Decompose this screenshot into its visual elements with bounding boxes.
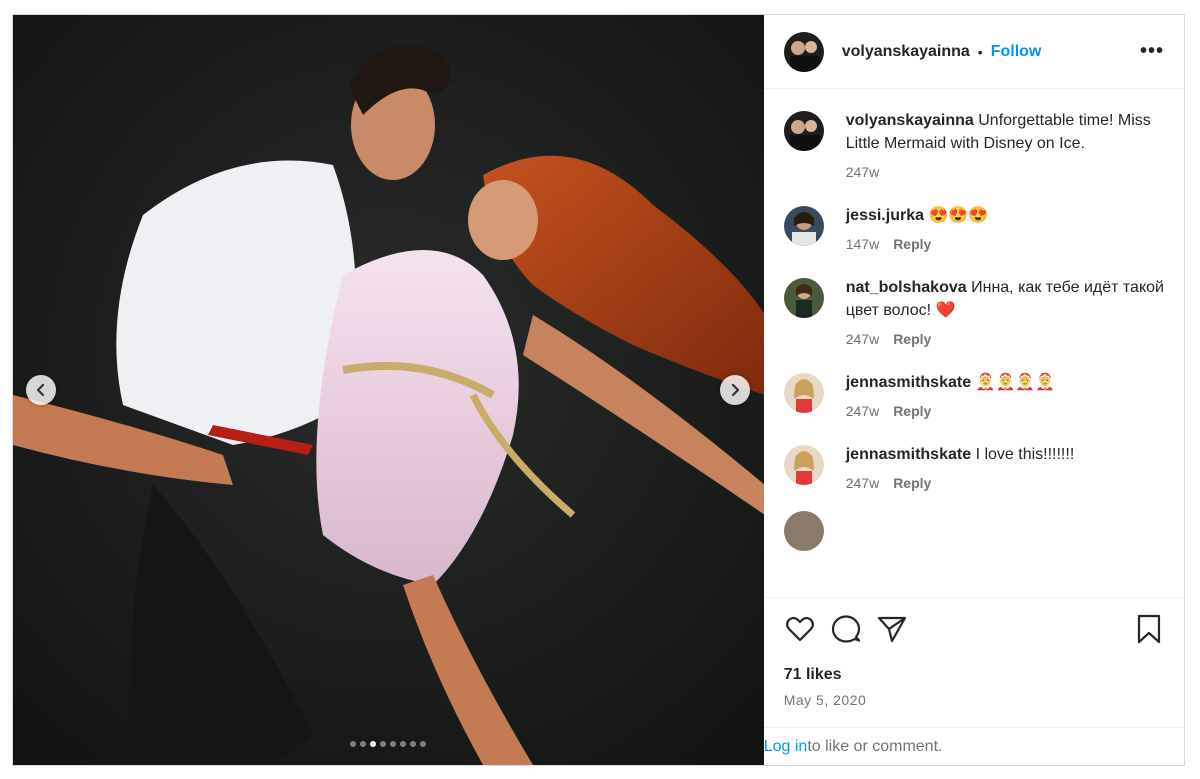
previous-slide-button[interactable] bbox=[26, 375, 56, 405]
reply-button[interactable]: Reply bbox=[893, 328, 931, 351]
carousel-dot bbox=[350, 741, 357, 747]
more-options-icon[interactable]: ••• bbox=[1140, 40, 1164, 63]
post-header: volyanskayainna • Follow ••• bbox=[763, 15, 1184, 89]
caption-meta: 247w bbox=[846, 161, 1164, 184]
comment-item: jennasmithskate I love this!!!!!!! 247w R… bbox=[783, 443, 1164, 495]
carousel-indicator bbox=[13, 741, 764, 747]
reply-button[interactable]: Reply bbox=[893, 233, 931, 256]
comment-body: jennasmithskate 🤶🤶🤶🤶 247w Reply bbox=[846, 371, 1056, 423]
carousel-dot bbox=[420, 741, 427, 747]
carousel-dot bbox=[400, 741, 407, 747]
likes-count[interactable]: 71 likes bbox=[784, 666, 1164, 684]
carousel-dot bbox=[370, 741, 377, 747]
comment-icon[interactable] bbox=[830, 613, 862, 645]
next-slide-button[interactable] bbox=[720, 375, 750, 405]
avatar[interactable] bbox=[783, 445, 824, 485]
separator-dot: • bbox=[977, 43, 983, 60]
chevron-right-icon bbox=[731, 383, 740, 397]
post-media[interactable] bbox=[13, 15, 764, 765]
post-author-username[interactable]: volyanskayainna bbox=[842, 43, 970, 61]
caption: volyanskayainna Unforgettable time! Miss… bbox=[783, 109, 1164, 184]
caption-time[interactable]: 247w bbox=[846, 161, 879, 184]
caption-body: volyanskayainna Unforgettable time! Miss… bbox=[846, 109, 1164, 184]
avatar[interactable] bbox=[783, 31, 824, 72]
comment-meta: 247w Reply bbox=[846, 400, 1056, 423]
comments-list[interactable]: volyanskayainna Unforgettable time! Miss… bbox=[764, 89, 1184, 597]
comment-item: jessi.jurka 😍😍😍 147w Reply bbox=[783, 204, 1164, 256]
comment-meta: 147w Reply bbox=[846, 233, 989, 256]
comment-body: jennasmithskate I love this!!!!!!! 247w R… bbox=[846, 443, 1075, 495]
login-prompt: Log in to like or comment. bbox=[763, 727, 1184, 765]
post-date[interactable]: May 5, 2020 bbox=[784, 692, 1164, 708]
avatar[interactable] bbox=[783, 206, 824, 246]
follow-button[interactable]: Follow bbox=[991, 43, 1042, 61]
bookmark-icon[interactable] bbox=[1134, 613, 1164, 645]
comment-username[interactable]: nat_bolshakova bbox=[846, 279, 967, 296]
comment-text: I love this!!!!!!! bbox=[975, 446, 1075, 463]
carousel-dot bbox=[390, 741, 397, 747]
comment-time[interactable]: 247w bbox=[846, 472, 879, 495]
avatar[interactable] bbox=[783, 111, 824, 151]
login-prompt-text: to like or comment. bbox=[807, 737, 943, 755]
comment-time[interactable]: 247w bbox=[846, 328, 879, 351]
heart-icon[interactable] bbox=[784, 613, 816, 645]
carousel-dot bbox=[380, 741, 387, 747]
share-icon[interactable] bbox=[876, 613, 908, 645]
carousel-dot bbox=[360, 741, 367, 747]
comment-username[interactable]: jennasmithskate bbox=[846, 446, 971, 463]
comment-text: 🤶🤶🤶🤶 bbox=[975, 374, 1056, 391]
comment-item: nat_bolshakova Инна, как тебе идёт такой… bbox=[783, 276, 1164, 351]
avatar[interactable] bbox=[783, 511, 824, 551]
carousel-dot bbox=[410, 741, 417, 747]
avatar[interactable] bbox=[783, 373, 824, 413]
comment-body: nat_bolshakova Инна, как тебе идёт такой… bbox=[846, 276, 1164, 351]
comment-text: 😍😍😍 bbox=[928, 207, 989, 224]
comment-time[interactable]: 147w bbox=[846, 233, 879, 256]
comment-username[interactable]: jennasmithskate bbox=[846, 374, 971, 391]
comment-time[interactable]: 247w bbox=[846, 400, 879, 423]
comment-meta: 247w Reply bbox=[846, 472, 1075, 495]
comment-body: jessi.jurka 😍😍😍 147w Reply bbox=[846, 204, 989, 256]
post-actions: 71 likes May 5, 2020 bbox=[763, 597, 1184, 727]
chevron-left-icon bbox=[36, 383, 45, 397]
post-container: volyanskayainna • Follow ••• volyanskaya… bbox=[12, 14, 1185, 766]
post-photo bbox=[13, 15, 764, 765]
comment-meta: 247w Reply bbox=[846, 328, 1164, 351]
comment-item: jennasmithskate 🤶🤶🤶🤶 247w Reply bbox=[783, 371, 1164, 423]
login-link[interactable]: Log in bbox=[764, 738, 808, 756]
reply-button[interactable]: Reply bbox=[893, 472, 931, 495]
action-icons bbox=[784, 612, 1164, 646]
comment-item-partial bbox=[783, 509, 1164, 551]
reply-button[interactable]: Reply bbox=[893, 400, 931, 423]
avatar[interactable] bbox=[783, 278, 824, 318]
comment-username[interactable]: jessi.jurka bbox=[846, 207, 924, 224]
caption-username[interactable]: volyanskayainna bbox=[846, 112, 974, 129]
post-sidebar: volyanskayainna • Follow ••• volyanskaya… bbox=[763, 15, 1184, 765]
